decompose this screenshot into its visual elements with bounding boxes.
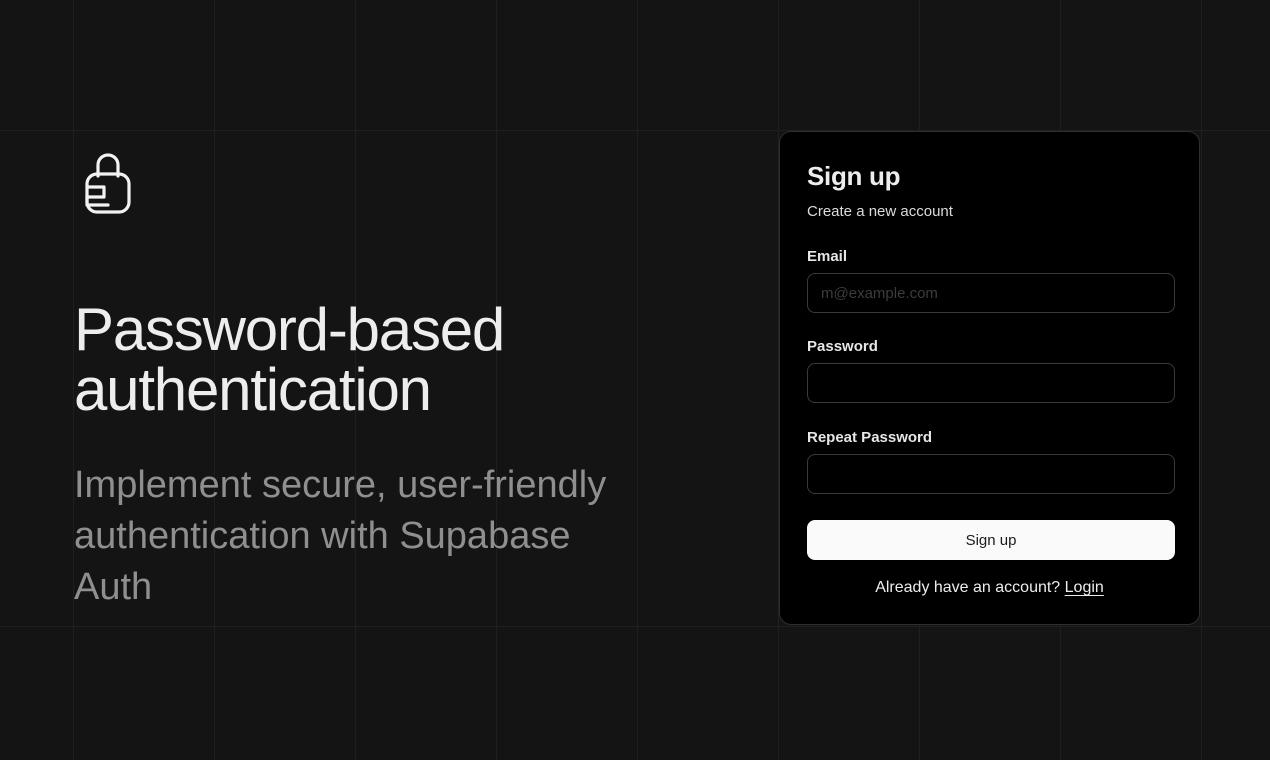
email-field[interactable]: [807, 273, 1175, 313]
sign-up-button[interactable]: Sign up: [807, 520, 1175, 560]
password-label: Password: [807, 338, 878, 355]
login-link[interactable]: Login: [1065, 579, 1104, 596]
page-title: Password-based authentication: [74, 296, 505, 423]
login-prompt-text: Already have an account?: [875, 579, 1061, 596]
page-subtitle: Implement secure, user-friendly authenti…: [74, 464, 607, 608]
password-field[interactable]: [807, 363, 1175, 403]
repeat-password-field[interactable]: [807, 454, 1175, 494]
card-title: Sign up: [807, 161, 901, 191]
email-label: Email: [807, 248, 848, 265]
login-prompt: Already have an account? Login: [780, 578, 1199, 598]
repeat-password-label: Repeat Password: [807, 429, 933, 446]
signup-card: Sign up Create a new account Email Passw…: [779, 131, 1200, 625]
padlock-icon: [82, 150, 134, 218]
card-description: Create a new account: [807, 203, 953, 220]
